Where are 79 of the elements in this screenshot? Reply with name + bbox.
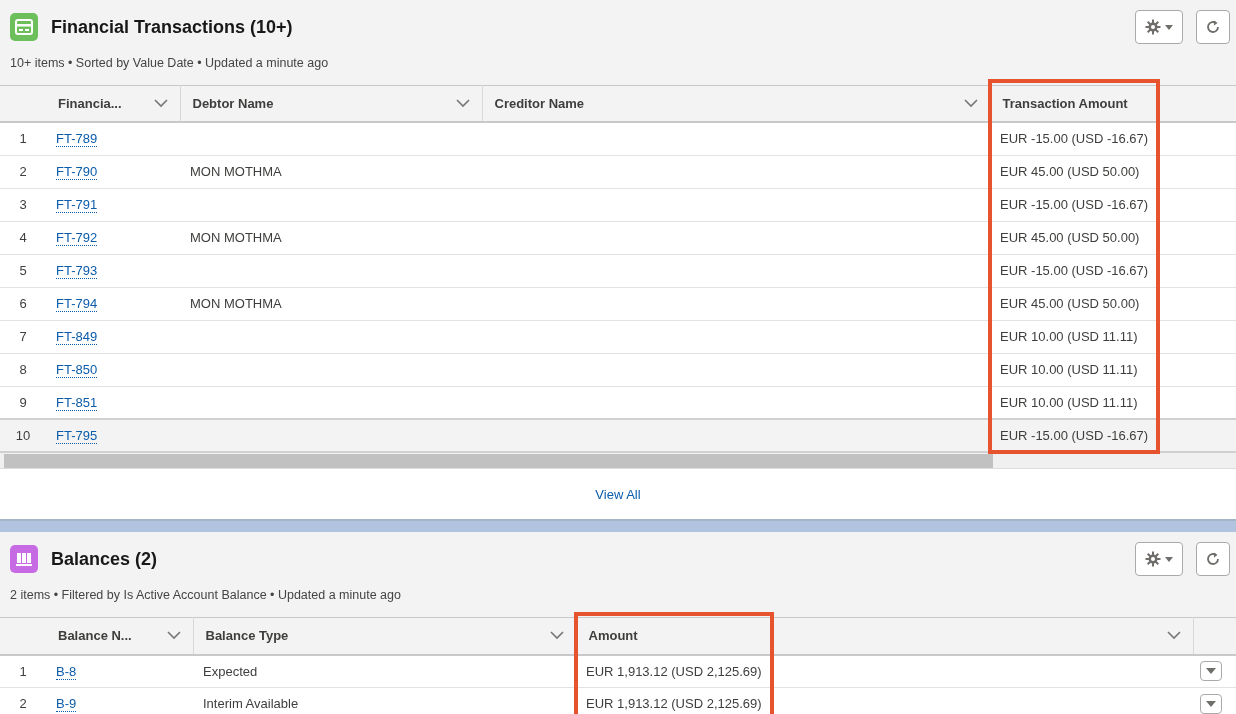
caret-down-icon	[1164, 556, 1173, 562]
record-link[interactable]: FT-790	[56, 164, 98, 180]
table-cell: EUR 1,913.12 (USD 2,125.69)	[586, 696, 762, 712]
record-link[interactable]: FT-792	[56, 230, 98, 246]
row-number: 8	[19, 362, 27, 377]
caret-down-icon	[1164, 24, 1173, 30]
table-cell: EUR -15.00 (USD -16.67)	[1000, 263, 1149, 278]
row-number: 7	[19, 329, 27, 344]
table-cell: EUR 10.00 (USD 11.11)	[1000, 362, 1138, 377]
record-link[interactable]: FT-850	[56, 362, 98, 378]
section-summary: 2 items • Filtered by Is Active Account Balance • Updated a minute ago	[10, 587, 402, 605]
row-number: 2	[19, 696, 27, 712]
table-cell: EUR 45.00 (USD 50.00)	[1000, 230, 1140, 245]
row-number: 4	[19, 230, 27, 245]
column-header[interactable]: Creditor Name	[494, 93, 585, 114]
scrollbar-thumb[interactable]	[4, 453, 993, 468]
column-header[interactable]: Balance Type	[205, 626, 289, 646]
refresh-button[interactable]	[1196, 10, 1230, 44]
table-row[interactable]: 7 FT-849 EUR 10.00 (USD 11.11)	[0, 320, 1236, 354]
table-cell: EUR -15.00 (USD -16.67)	[1000, 131, 1149, 147]
table-cell: MON MOTHMA	[190, 296, 282, 311]
record-link[interactable]: FT-789	[56, 131, 98, 148]
table-row[interactable]: 2 FT-790 MON MOTHMA EUR 45.00 (USD 50.00)	[0, 155, 1236, 189]
table-row[interactable]: 5 FT-793 EUR -15.00 (USD -16.67)	[0, 254, 1236, 288]
table-row[interactable]: 6 FT-794 MON MOTHMA EUR 45.00 (USD 50.00)	[0, 287, 1236, 321]
table-cell: MON MOTHMA	[190, 164, 282, 179]
credit-card-icon	[10, 13, 38, 41]
row-number: 1	[19, 131, 27, 147]
settings-button[interactable]	[1135, 542, 1183, 577]
record-link[interactable]: FT-791	[56, 197, 98, 213]
table-cell: EUR 45.00 (USD 50.00)	[1000, 296, 1140, 311]
row-action-button[interactable]	[1199, 661, 1222, 682]
table-row[interactable]: 3 FT-791 EUR -15.00 (USD -16.67)	[0, 188, 1236, 222]
section-title: Balances (2)	[51, 547, 159, 571]
refresh-icon	[1205, 19, 1221, 35]
table-cell: EUR 1,913.12 (USD 2,125.69)	[586, 663, 762, 679]
record-link[interactable]: FT-849	[56, 329, 98, 345]
table-row[interactable]: 1 B-8 Expected EUR 1,913.12 (USD 2,125.69)	[0, 654, 1236, 688]
record-link[interactable]: FT-794	[56, 296, 98, 312]
table-cell: MON MOTHMA	[190, 230, 282, 245]
caret-down-icon	[1205, 701, 1216, 707]
row-number: 6	[19, 296, 27, 311]
section-summary: 10+ items • Sorted by Value Date • Updated a minute ago	[10, 55, 330, 72]
table-cell: Interim Available	[203, 696, 299, 712]
columns-icon	[10, 545, 38, 574]
table-cell: Expected	[203, 663, 258, 679]
record-link[interactable]: FT-793	[56, 263, 98, 279]
row-number: 5	[19, 263, 27, 278]
horizontal-scrollbar[interactable]	[0, 453, 1236, 470]
caret-down-icon	[1205, 668, 1216, 675]
refresh-button[interactable]	[1196, 542, 1230, 577]
table-cell: EUR 10.00 (USD 11.11)	[1000, 329, 1138, 344]
table-row[interactable]: 4 FT-792 MON MOTHMA EUR 45.00 (USD 50.00)	[0, 221, 1236, 255]
table-row[interactable]: 1 FT-789 EUR -15.00 (USD -16.67)	[0, 122, 1236, 156]
refresh-icon	[1205, 551, 1221, 568]
view-all-link[interactable]: View All	[595, 484, 641, 504]
gear-icon	[1145, 551, 1162, 568]
settings-button[interactable]	[1135, 10, 1183, 44]
table-row[interactable]: 10 FT-795 EUR -15.00 (USD -16.67)	[0, 419, 1236, 453]
column-header[interactable]: Debtor Name	[192, 93, 274, 114]
gear-icon	[1145, 19, 1162, 35]
row-number: 1	[19, 663, 27, 679]
row-number: 2	[19, 164, 27, 179]
row-number: 10	[15, 428, 31, 443]
row-number: 9	[19, 394, 27, 410]
record-link[interactable]: FT-851	[56, 394, 98, 411]
table-cell: EUR 10.00 (USD 11.11)	[1000, 394, 1138, 410]
record-link[interactable]: FT-795	[56, 428, 98, 444]
row-action-button[interactable]	[1199, 694, 1222, 714]
column-header[interactable]: Amount	[588, 626, 638, 646]
table-cell: EUR -15.00 (USD -16.67)	[1000, 197, 1149, 212]
record-link[interactable]: B-9	[56, 696, 77, 713]
record-link[interactable]: B-8	[56, 663, 77, 680]
table-row[interactable]: 2 B-9 Interim Available EUR 1,913.12 (USD 2,125.69)	[0, 687, 1236, 714]
row-number: 3	[19, 197, 27, 212]
table-cell: EUR 45.00 (USD 50.00)	[1000, 164, 1140, 179]
table-cell: EUR -15.00 (USD -16.67)	[1000, 428, 1149, 443]
section-title: Financial Transactions (10+)	[51, 15, 294, 39]
table-row[interactable]: 8 FT-850 EUR 10.00 (USD 11.11)	[0, 353, 1236, 387]
